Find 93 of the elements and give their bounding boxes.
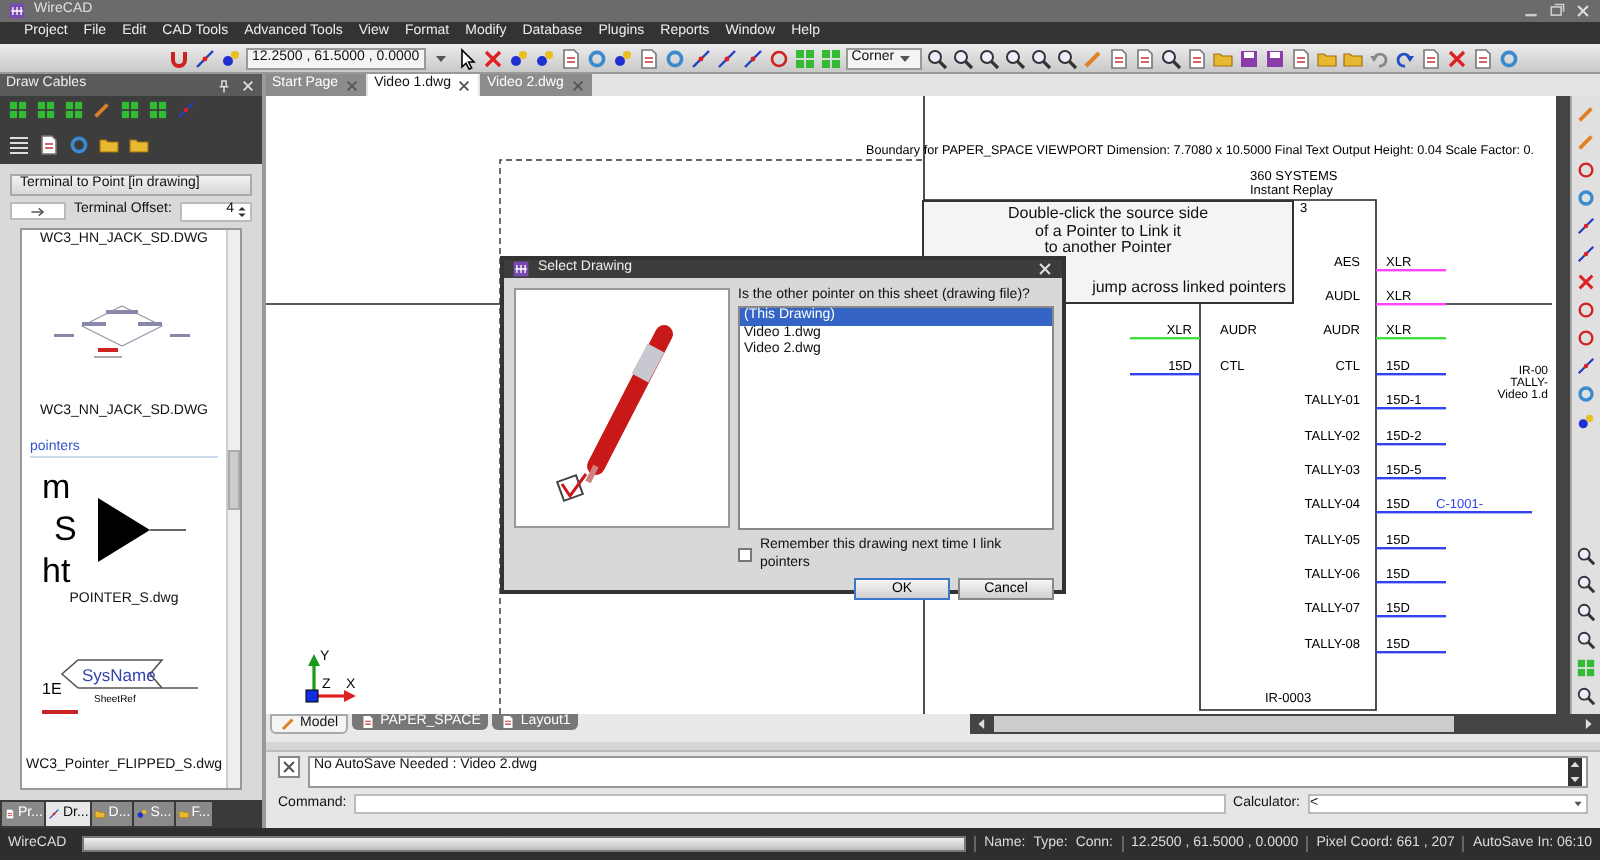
scroll-down-icon[interactable] bbox=[1568, 772, 1582, 786]
arrow-icon bbox=[30, 204, 46, 220]
folder-icon bbox=[94, 808, 107, 820]
axes-drawing bbox=[305, 654, 356, 703]
checkmark-box-drawing bbox=[555, 473, 588, 503]
app-logo-icon bbox=[8, 2, 26, 20]
zoom-icon[interactable] bbox=[926, 47, 949, 69]
tooltip-line: to another Pointer bbox=[1042, 240, 1174, 257]
magnet-icon[interactable] bbox=[168, 47, 190, 69]
circle-icon[interactable] bbox=[767, 47, 790, 69]
restore-icon[interactable] bbox=[1548, 2, 1566, 20]
scroll-up-icon[interactable] bbox=[1568, 758, 1582, 772]
pointer-arrow-drawing bbox=[98, 498, 187, 563]
ring-icon[interactable] bbox=[1576, 384, 1596, 404]
list-icon[interactable] bbox=[8, 133, 30, 155]
circle-icon[interactable] bbox=[1576, 328, 1596, 348]
line-icon[interactable] bbox=[741, 47, 764, 69]
cursor-icon[interactable] bbox=[455, 47, 478, 69]
document-icon[interactable] bbox=[38, 133, 60, 155]
zoom-icon[interactable] bbox=[1576, 602, 1596, 622]
symbol-text: 1E bbox=[42, 679, 62, 698]
caret-icon bbox=[1570, 796, 1586, 812]
grid-icon[interactable] bbox=[8, 100, 28, 120]
dots-icon[interactable] bbox=[611, 47, 634, 69]
jack-symbol-drawing bbox=[54, 306, 190, 359]
app-logo-icon bbox=[512, 260, 530, 278]
list-scrollbar[interactable] bbox=[226, 230, 240, 788]
link-line bbox=[1446, 511, 1532, 514]
tag-bar-drawing bbox=[42, 709, 78, 714]
symbol-text: m bbox=[42, 468, 71, 507]
close-button[interactable] bbox=[278, 756, 300, 778]
ring-icon[interactable] bbox=[1498, 47, 1521, 69]
grid-icon[interactable] bbox=[148, 100, 168, 120]
ring-icon[interactable] bbox=[1576, 188, 1596, 208]
line-icon[interactable] bbox=[689, 47, 712, 69]
remember-checkbox[interactable] bbox=[738, 548, 752, 563]
tooltip-line: jump across linked pointers bbox=[1092, 279, 1286, 296]
line-icon bbox=[48, 808, 61, 820]
folder-icon[interactable] bbox=[128, 133, 150, 155]
cross-icon[interactable] bbox=[1576, 272, 1596, 292]
grid-icon[interactable] bbox=[120, 100, 140, 120]
grid-icon[interactable] bbox=[36, 100, 56, 120]
pin-icon[interactable] bbox=[216, 77, 232, 93]
save-icon[interactable] bbox=[1264, 47, 1287, 69]
ring-icon[interactable] bbox=[585, 47, 608, 69]
pencil-icon bbox=[280, 716, 296, 733]
dots-icon bbox=[136, 808, 149, 820]
command-input[interactable] bbox=[354, 794, 1226, 814]
line-icon[interactable] bbox=[194, 47, 216, 69]
redo-icon[interactable] bbox=[1394, 47, 1417, 69]
dots-icon[interactable] bbox=[220, 47, 242, 69]
zoom-icon[interactable] bbox=[1576, 630, 1596, 650]
zoom-icon[interactable] bbox=[1160, 47, 1183, 69]
grid-icon[interactable] bbox=[64, 100, 84, 120]
symbol-text: S bbox=[54, 510, 77, 549]
folder-icon[interactable] bbox=[98, 133, 120, 155]
cross-icon[interactable] bbox=[1446, 47, 1469, 69]
dots-icon[interactable] bbox=[533, 47, 556, 69]
zoom-icon[interactable] bbox=[1004, 47, 1027, 69]
zoom-icon[interactable] bbox=[952, 47, 975, 69]
dots-icon[interactable] bbox=[507, 47, 530, 69]
horizontal-scrollbar[interactable] bbox=[970, 714, 1600, 734]
document-icon bbox=[4, 808, 16, 820]
zoom-icon[interactable] bbox=[978, 47, 1001, 69]
spinner-arrows-icon bbox=[234, 203, 250, 219]
line-icon[interactable] bbox=[1576, 216, 1596, 236]
line-icon[interactable] bbox=[1576, 244, 1596, 264]
folder-icon bbox=[177, 808, 190, 820]
scrollbar-thumb[interactable] bbox=[228, 450, 240, 510]
symbol-text: ht bbox=[42, 552, 71, 591]
circle-icon[interactable] bbox=[1576, 160, 1596, 180]
dots-icon[interactable] bbox=[1576, 412, 1596, 432]
zoom-icon[interactable] bbox=[1056, 47, 1079, 69]
ring-icon[interactable] bbox=[68, 133, 90, 155]
zoom-icon[interactable] bbox=[1030, 47, 1053, 69]
zoom-icon[interactable] bbox=[1576, 686, 1596, 706]
ring-icon[interactable] bbox=[663, 47, 686, 69]
pencil-icon[interactable] bbox=[92, 100, 112, 120]
circle-icon[interactable] bbox=[1576, 300, 1596, 320]
save-icon[interactable] bbox=[1238, 47, 1261, 69]
cross-icon[interactable] bbox=[481, 47, 504, 69]
line-icon[interactable] bbox=[715, 47, 738, 69]
undo-icon[interactable] bbox=[1368, 47, 1391, 69]
zoom-icon[interactable] bbox=[1576, 574, 1596, 594]
close-icon bbox=[280, 758, 298, 776]
close-icon[interactable] bbox=[456, 77, 473, 93]
vertical-scrollbar[interactable] bbox=[1556, 96, 1570, 714]
tooltip-line: Double-click the source side bbox=[1005, 206, 1211, 223]
line-icon[interactable] bbox=[1576, 356, 1596, 376]
zoom-icon[interactable] bbox=[1576, 546, 1596, 566]
tooltip-line: of a Pointer to Link it bbox=[1033, 223, 1183, 240]
mode-field[interactable] bbox=[10, 202, 66, 220]
scrollbar-thumb[interactable] bbox=[994, 716, 1454, 732]
